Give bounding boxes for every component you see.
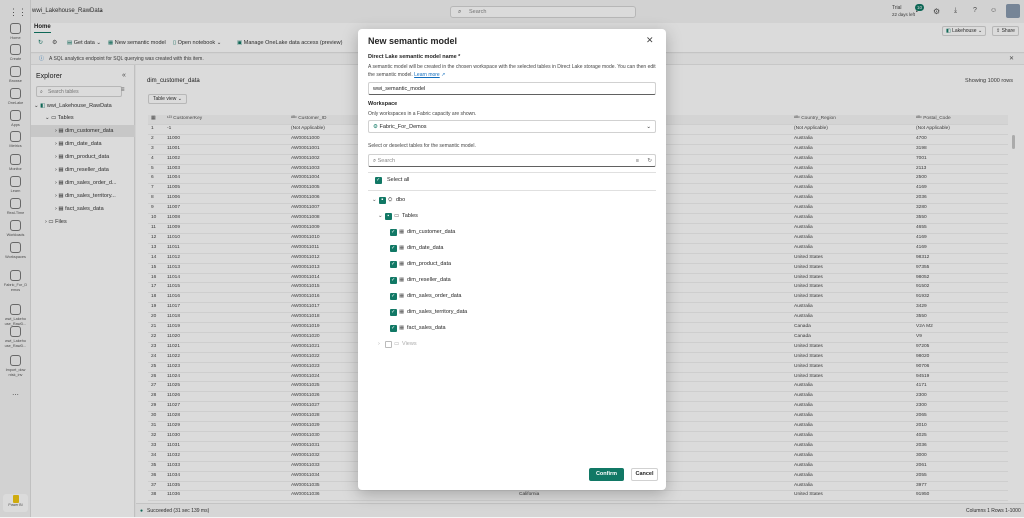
workspace-hint: Only workspaces in a Fabric capacity are… [368, 111, 477, 117]
dialog-title: New semantic model [368, 36, 458, 46]
table-label: dim_sales_order_data [407, 293, 462, 299]
select-all-checkbox[interactable]: ✓ [375, 177, 382, 184]
chevron-down-icon[interactable]: ⌄ [372, 197, 377, 203]
table-label: fact_sales_data [407, 325, 446, 331]
search-icon: ⌕ [373, 158, 377, 164]
select-tables-hint: Select or deselect tables for the semant… [368, 143, 476, 149]
views-node-label: Views [402, 341, 417, 347]
workspace-dropdown[interactable]: ⚙ Fabric_For_Demos ⌄ [368, 120, 656, 133]
refresh-icon[interactable]: ↻ [647, 155, 652, 167]
close-icon[interactable]: ✕ [646, 35, 654, 46]
workspace-icon: ⚙ [373, 124, 378, 130]
divider [368, 190, 656, 191]
tables-node-checkbox[interactable]: ▪ [385, 213, 392, 220]
workspace-label: Workspace [368, 101, 398, 107]
chevron-right-icon[interactable]: › [378, 341, 380, 347]
table-checkbox[interactable]: ✓ [390, 293, 397, 300]
name-label: Direct Lake semantic model name * [368, 54, 461, 60]
table-icon: ▦ [399, 293, 405, 299]
views-node-checkbox[interactable] [385, 341, 392, 348]
schema-label: dbo [396, 197, 406, 203]
table-checkbox[interactable]: ✓ [390, 309, 397, 316]
chevron-down-icon: ⌄ [646, 124, 651, 130]
model-name-input[interactable]: wwi_semantic_model [368, 82, 656, 95]
schema-icon: ⛭ [388, 197, 393, 203]
table-icon: ▦ [399, 309, 405, 315]
tables-node-label: Tables [402, 213, 418, 219]
table-label: dim_sales_territory_data [407, 309, 468, 315]
schema-checkbox[interactable]: ▪ [379, 197, 386, 204]
table-label: dim_date_data [407, 245, 444, 251]
divider [368, 172, 656, 173]
table-icon: ▦ [399, 245, 405, 251]
table-checkbox[interactable]: ✓ [390, 245, 397, 252]
confirm-button[interactable]: Confirm [589, 468, 624, 481]
filter-icon[interactable]: ≡ [636, 155, 639, 167]
learn-more-link[interactable]: Learn more [414, 72, 440, 78]
table-label: dim_customer_data [407, 229, 456, 235]
table-icon: ▦ [399, 325, 405, 331]
folder-icon: ▭ [394, 213, 400, 219]
table-checkbox[interactable]: ✓ [390, 229, 397, 236]
table-icon: ▦ [399, 261, 405, 267]
table-label: dim_product_data [407, 261, 452, 267]
new-semantic-model-dialog: New semantic model ✕ Direct Lake semanti… [358, 29, 666, 490]
table-icon: ▦ [399, 277, 405, 283]
table-checkbox[interactable]: ✓ [390, 261, 397, 268]
folder-icon: ▭ [394, 341, 400, 347]
table-label: dim_reseller_data [407, 277, 451, 283]
chevron-down-icon[interactable]: ⌄ [378, 213, 383, 219]
table-checkbox[interactable]: ✓ [390, 277, 397, 284]
table-search-input[interactable]: ⌕ Search ≡ ↻ [368, 154, 656, 167]
table-checkbox[interactable]: ✓ [390, 325, 397, 332]
cancel-button[interactable]: Cancel [631, 468, 658, 481]
external-link-icon[interactable]: ↗ [441, 72, 445, 78]
table-icon: ▦ [399, 229, 405, 235]
dialog-description: A semantic model will be created in the … [368, 64, 656, 78]
select-all-label: Select all [387, 177, 410, 183]
